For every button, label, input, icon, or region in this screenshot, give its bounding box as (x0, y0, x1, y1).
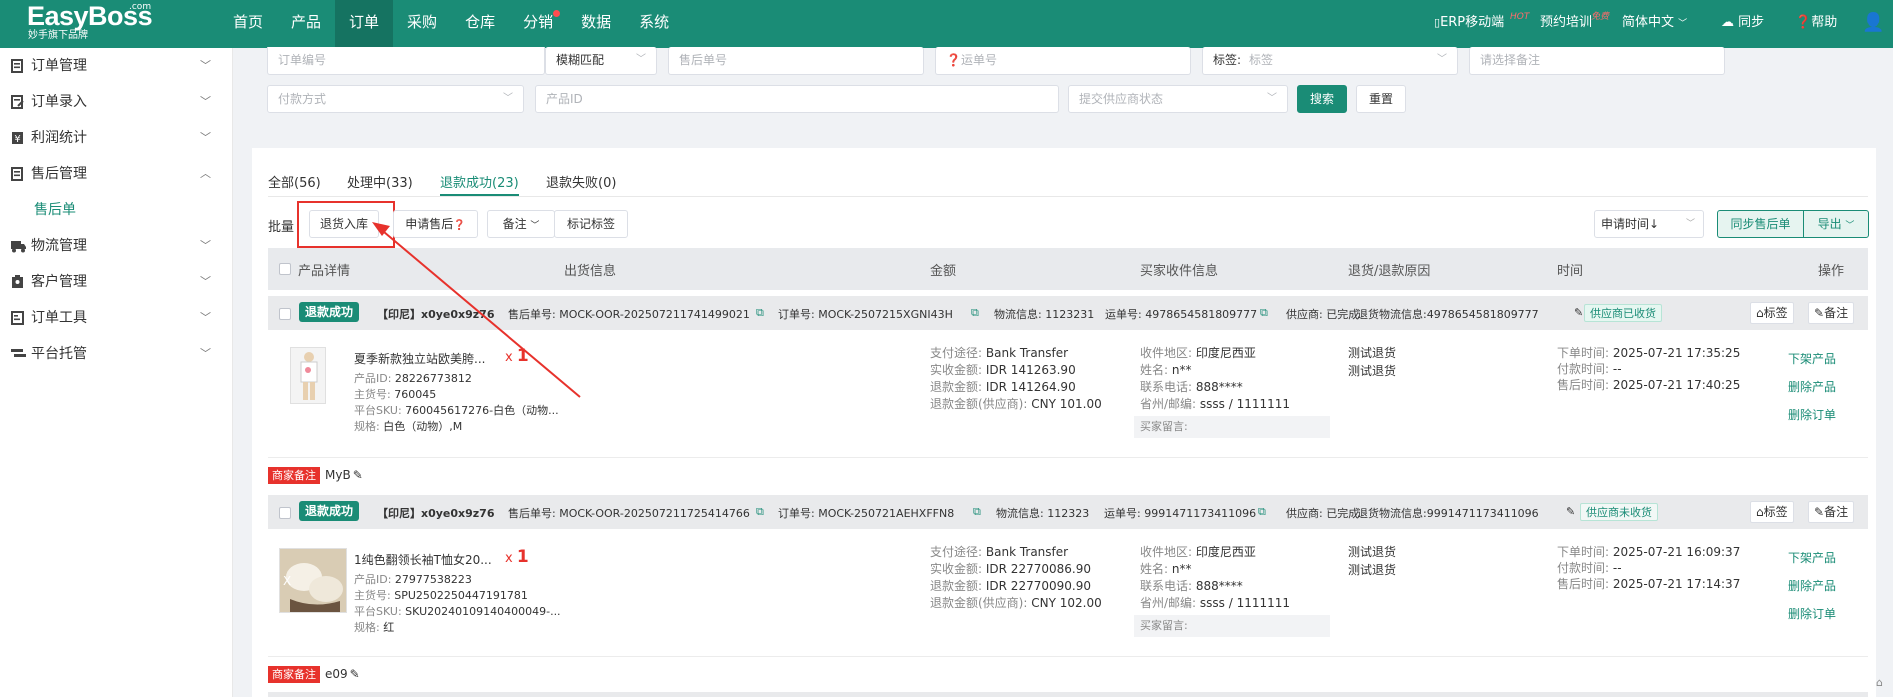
scroll-corner-icon[interactable]: ⌂ (1876, 676, 1883, 689)
annotation-arrow (372, 222, 581, 398)
